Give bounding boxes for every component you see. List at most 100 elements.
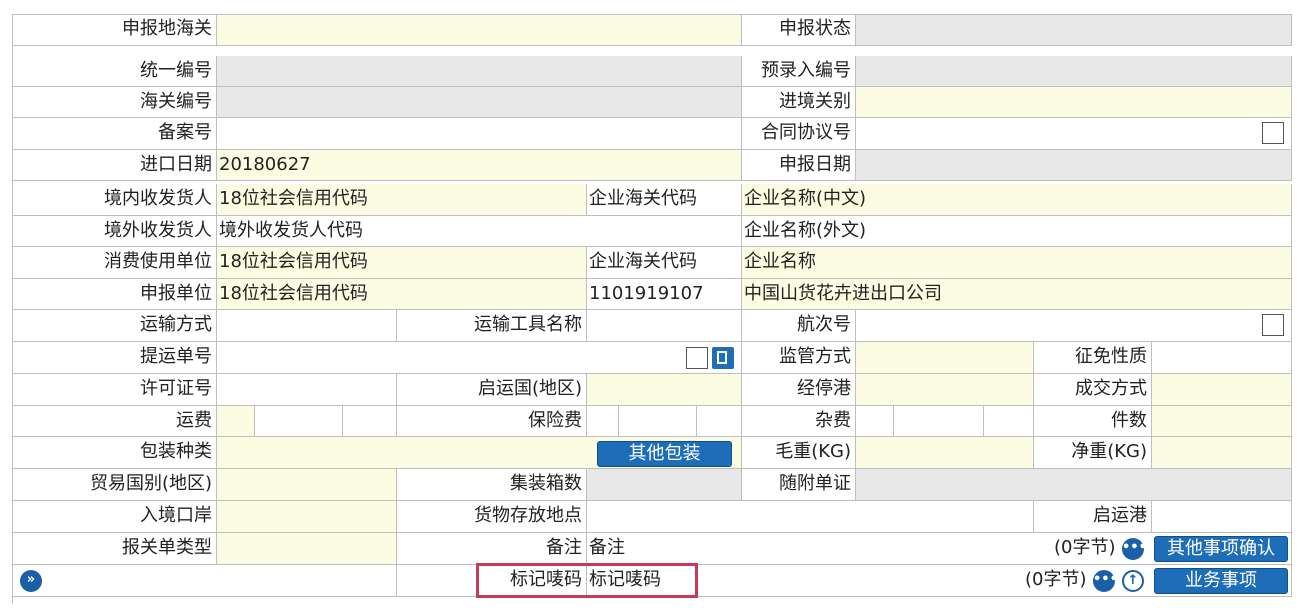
insurance-type-input[interactable] bbox=[587, 406, 619, 437]
other-confirm-button[interactable]: 其他事项确认 bbox=[1154, 536, 1288, 562]
transport-mode-input[interactable] bbox=[217, 310, 397, 342]
pre-entry-no-field bbox=[856, 56, 1292, 87]
overseas-name-input[interactable]: 企业名称(外文) bbox=[742, 216, 1292, 247]
label-record-no: 备案号 bbox=[12, 118, 217, 150]
label-declare-date: 申报日期 bbox=[742, 150, 856, 181]
label-transit-port: 经停港 bbox=[742, 374, 856, 406]
label-net-weight: 净重(KG) bbox=[1034, 437, 1152, 469]
label-voyage-no: 航次号 bbox=[742, 310, 856, 342]
deal-mode-input[interactable] bbox=[1152, 374, 1292, 406]
label-misc-fee: 杂费 bbox=[742, 406, 856, 437]
business-items-button[interactable]: 业务事项 bbox=[1154, 568, 1288, 594]
pieces-input[interactable] bbox=[1152, 406, 1292, 437]
domestic-credit-input[interactable]: 18位社会信用代码 bbox=[217, 184, 587, 216]
label-attached-docs: 随附单证 bbox=[742, 469, 856, 501]
label-entry-customs: 进境关别 bbox=[742, 87, 856, 118]
contract-checkbox[interactable] bbox=[1262, 122, 1284, 144]
trade-country-input[interactable] bbox=[217, 469, 397, 501]
insurance-rate-input[interactable] bbox=[619, 406, 697, 437]
label-container-count: 集装箱数 bbox=[397, 469, 587, 501]
remarks-byte-counter: (0字节) bbox=[1054, 537, 1116, 558]
misc-type-input[interactable] bbox=[856, 406, 894, 437]
net-weight-input[interactable] bbox=[1152, 437, 1292, 469]
transport-name-input[interactable] bbox=[587, 310, 742, 342]
label-contract-no: 合同协议号 bbox=[742, 118, 856, 150]
freight-currency-input[interactable] bbox=[343, 406, 397, 437]
label-consumer-unit: 消费使用单位 bbox=[12, 247, 217, 279]
declare-credit-input[interactable]: 18位社会信用代码 bbox=[217, 279, 587, 310]
contract-no-input[interactable] bbox=[856, 118, 1292, 150]
label-goods-location: 货物存放地点 bbox=[397, 501, 587, 533]
transit-port-input[interactable] bbox=[856, 374, 1034, 406]
label-transport-mode: 运输方式 bbox=[12, 310, 217, 342]
label-origin-country: 启运国(地区) bbox=[397, 374, 587, 406]
label-pieces: 件数 bbox=[1034, 406, 1152, 437]
upload-icon[interactable]: ↑ bbox=[1122, 570, 1144, 592]
label-package-type: 包装种类 bbox=[12, 437, 217, 469]
declare-name-input[interactable]: 中国山货花卉进出口公司 bbox=[742, 279, 1292, 310]
goods-location-input[interactable] bbox=[587, 501, 1034, 533]
label-freight: 运费 bbox=[12, 406, 217, 437]
label-overseas-consignee: 境外收发货人 bbox=[12, 216, 217, 247]
license-no-input[interactable] bbox=[217, 374, 397, 406]
declare-status-field bbox=[856, 14, 1292, 46]
label-declare-unit: 申报单位 bbox=[12, 279, 217, 310]
container-count-field bbox=[587, 469, 742, 501]
insurance-currency-input[interactable] bbox=[697, 406, 742, 437]
supervision-mode-input[interactable] bbox=[856, 342, 1034, 374]
label-import-date: 进口日期 bbox=[12, 150, 217, 181]
consumer-name-input[interactable]: 企业名称 bbox=[742, 247, 1292, 279]
misc-rate-input[interactable] bbox=[894, 406, 984, 437]
other-packaging-button[interactable]: 其他包装 bbox=[597, 441, 732, 467]
label-declare-customs: 申报地海关 bbox=[12, 14, 217, 46]
entry-port-input[interactable] bbox=[217, 501, 397, 533]
label-insurance: 保险费 bbox=[397, 406, 587, 437]
freight-type-input[interactable] bbox=[217, 406, 255, 437]
label-transport-name: 运输工具名称 bbox=[397, 310, 587, 342]
unified-no-field bbox=[217, 56, 742, 87]
declare-customs-input[interactable] bbox=[217, 14, 742, 46]
marks-byte-counter: (0字节) bbox=[1025, 569, 1087, 590]
label-pre-entry-no: 预录入编号 bbox=[742, 56, 856, 87]
customs-no-field bbox=[217, 87, 742, 118]
more-icon[interactable]: ••• bbox=[1093, 570, 1118, 592]
expand-cell bbox=[12, 565, 397, 597]
label-domestic-consignee: 境内收发货人 bbox=[12, 184, 217, 216]
entry-customs-input[interactable] bbox=[856, 87, 1292, 118]
label-deal-mode: 成交方式 bbox=[1034, 374, 1152, 406]
voyage-no-input[interactable] bbox=[856, 310, 1292, 342]
origin-country-input[interactable] bbox=[587, 374, 742, 406]
misc-currency-input[interactable] bbox=[984, 406, 1034, 437]
domestic-customs-code-input[interactable]: 企业海关代码 bbox=[587, 184, 742, 216]
label-declare-status: 申报状态 bbox=[742, 14, 856, 46]
document-icon[interactable] bbox=[712, 347, 734, 369]
bill-no-input[interactable] bbox=[217, 342, 742, 374]
domestic-name-input[interactable]: 企业名称(中文) bbox=[742, 184, 1292, 216]
declare-date-field bbox=[856, 150, 1292, 181]
label-unified-no: 统一编号 bbox=[12, 56, 217, 87]
record-no-input[interactable] bbox=[217, 118, 742, 150]
declaration-type-input[interactable] bbox=[217, 533, 397, 565]
declaration-form: 申报地海关 申报状态 统一编号 预录入编号 海关编号 进境关别 备案号 合同协议… bbox=[12, 14, 1292, 604]
bill-checkbox[interactable] bbox=[686, 347, 708, 369]
label-license-no: 许可证号 bbox=[12, 374, 217, 406]
import-date-input[interactable]: 20180627 bbox=[217, 150, 742, 181]
more-icon[interactable]: ••• bbox=[1122, 538, 1147, 560]
expand-icon[interactable]: » bbox=[20, 570, 42, 592]
label-trade-country: 贸易国别(地区) bbox=[12, 469, 217, 501]
label-declaration-type: 报关单类型 bbox=[12, 533, 217, 565]
label-remarks: 备注 bbox=[397, 533, 587, 565]
voyage-checkbox[interactable] bbox=[1262, 314, 1284, 336]
overseas-code-input[interactable]: 境外收发货人代码 bbox=[217, 216, 742, 247]
declare-customs-code-input[interactable]: 1101919107 bbox=[587, 279, 742, 310]
attached-docs-field bbox=[856, 469, 1292, 501]
label-gross-weight: 毛重(KG) bbox=[742, 437, 856, 469]
departure-port-input[interactable] bbox=[1152, 501, 1292, 533]
gross-weight-input[interactable] bbox=[856, 437, 1034, 469]
exemption-nature-input[interactable] bbox=[1152, 342, 1292, 374]
consumer-credit-input[interactable]: 18位社会信用代码 bbox=[217, 247, 587, 279]
highlight-box bbox=[476, 563, 698, 598]
label-customs-no: 海关编号 bbox=[12, 87, 217, 118]
freight-rate-input[interactable] bbox=[255, 406, 343, 437]
consumer-customs-code-input[interactable]: 企业海关代码 bbox=[587, 247, 742, 279]
